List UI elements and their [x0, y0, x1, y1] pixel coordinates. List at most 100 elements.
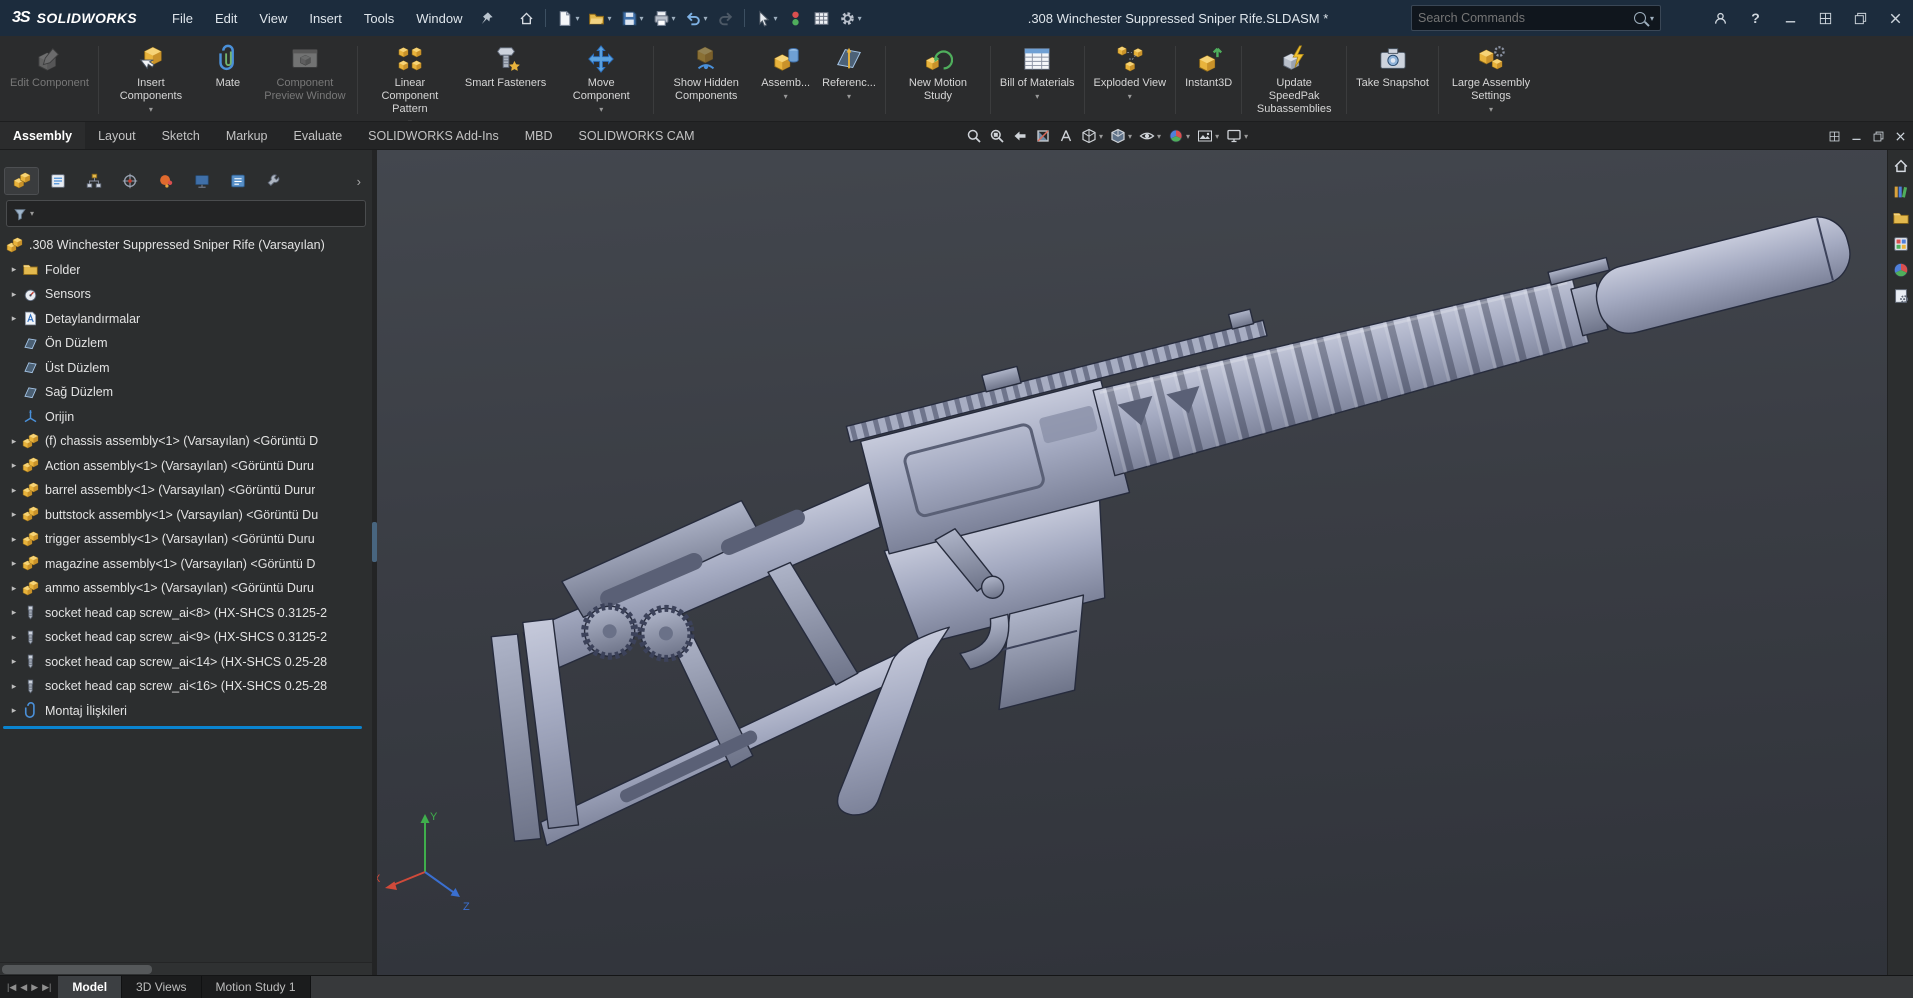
tree-item-top-plane[interactable]: Üst Düzlem — [0, 356, 372, 381]
minimize-button[interactable] — [1773, 0, 1808, 36]
view-orientation-button[interactable]: ▾ — [1081, 128, 1103, 144]
design-library-tab[interactable] — [1890, 181, 1912, 203]
new-motion-study-button[interactable]: New Motion Study — [889, 40, 987, 120]
tab-scroll-next-icon[interactable]: ▶ — [31, 982, 38, 993]
mate-button[interactable]: Mate — [200, 40, 256, 120]
assembly-features-button[interactable]: Assemb... ▾ — [755, 40, 816, 120]
large-assembly-settings-button[interactable]: Large Assembly Settings ▾ — [1442, 40, 1540, 120]
tree-filter[interactable]: ▾ — [6, 200, 366, 227]
open-document-button[interactable]: ▾ — [584, 5, 615, 31]
tab-sketch[interactable]: Sketch — [149, 122, 213, 149]
tab-scroll-last-icon[interactable]: ▶| — [42, 982, 51, 993]
expand-arrow-icon[interactable]: ▸ — [7, 534, 21, 545]
tree-item-mates[interactable]: ▸ Montaj İlişkileri — [0, 699, 372, 724]
tab-markup[interactable]: Markup — [213, 122, 281, 149]
tree-item-ammo-assembly[interactable]: ▸ ammo assembly<1> (Varsayılan) <Görüntü… — [0, 576, 372, 601]
section-view-button[interactable] — [1035, 128, 1051, 144]
tab-layout[interactable]: Layout — [85, 122, 149, 149]
menu-edit[interactable]: Edit — [204, 6, 248, 31]
custom-properties-tab[interactable] — [1890, 285, 1912, 307]
redo-button[interactable] — [713, 5, 738, 31]
tree-horizontal-scrollbar[interactable] — [0, 962, 372, 975]
doc-panes-button[interactable] — [1828, 130, 1841, 143]
tree-item-screw-14[interactable]: ▸ socket head cap screw_ai<14> (HX-SHCS … — [0, 650, 372, 675]
tab-model[interactable]: Model — [58, 976, 123, 998]
tree-item-screw-8[interactable]: ▸ socket head cap screw_ai<8> (HX-SHCS 0… — [0, 601, 372, 626]
chevron-down-icon[interactable]: ▾ — [847, 92, 851, 101]
tree-item-root-assembly[interactable]: .308 Winchester Suppressed Sniper Rife (… — [0, 233, 372, 258]
hide-show-items-button[interactable]: ▾ — [1139, 128, 1161, 144]
menu-tools[interactable]: Tools — [353, 6, 405, 31]
tab-scroll-first-icon[interactable]: |◀ — [7, 982, 16, 993]
tree-item-annotations[interactable]: ▸ Detaylandırmalar — [0, 307, 372, 332]
tree-item-screw-16[interactable]: ▸ socket head cap screw_ai<16> (HX-SHCS … — [0, 674, 372, 699]
chevron-down-icon[interactable]: ▾ — [599, 105, 603, 114]
cam-tools-tab[interactable] — [257, 168, 290, 194]
chevron-down-icon[interactable]: ▾ — [1128, 92, 1132, 101]
tree-item-sensors[interactable]: ▸ Sensors — [0, 282, 372, 307]
user-account-button[interactable] — [1703, 0, 1738, 36]
search-icon[interactable] — [1633, 12, 1646, 24]
menu-view[interactable]: View — [248, 6, 298, 31]
expand-arrow-icon[interactable]: ▸ — [7, 509, 21, 520]
tree-item-folder[interactable]: ▸ Folder — [0, 258, 372, 283]
displaymanager-tab[interactable] — [149, 168, 182, 194]
update-speedpak-button[interactable]: Update SpeedPak Subassemblies — [1245, 40, 1343, 120]
expand-arrow-icon[interactable]: ▸ — [7, 289, 21, 300]
print-button[interactable]: ▾ — [649, 5, 680, 31]
annotation-view-button[interactable] — [1058, 128, 1074, 144]
pin-menu-icon[interactable] — [479, 11, 494, 26]
expand-arrow-icon[interactable]: ▸ — [7, 264, 21, 275]
tab-scroll-prev-icon[interactable]: ◀ — [20, 982, 27, 993]
tree-item-trigger-assembly[interactable]: ▸ trigger assembly<1> (Varsayılan) <Görü… — [0, 527, 372, 552]
tree-item-front-plane[interactable]: Ön Düzlem — [0, 331, 372, 356]
chevron-down-icon[interactable]: ▾ — [784, 92, 788, 101]
previous-view-button[interactable] — [1012, 128, 1028, 144]
expand-arrow-icon[interactable]: ▸ — [7, 558, 21, 569]
home-button[interactable] — [514, 5, 539, 31]
doc-restore-button[interactable] — [1872, 130, 1885, 143]
tree-item-origin[interactable]: Orijin — [0, 405, 372, 430]
expand-arrow-icon[interactable]: ▸ — [7, 705, 21, 716]
solidworks-resources-tab[interactable] — [1890, 155, 1912, 177]
select-cursor-button[interactable]: ▾ — [751, 5, 782, 31]
take-snapshot-button[interactable]: Take Snapshot — [1350, 40, 1435, 120]
apply-scene-button[interactable]: ▾ — [1197, 128, 1219, 144]
chevron-down-icon[interactable]: ▾ — [149, 105, 153, 114]
expand-arrow-icon[interactable]: ▸ — [7, 436, 21, 447]
tree-item-barrel-assembly[interactable]: ▸ barrel assembly<1> (Varsayılan) <Görün… — [0, 478, 372, 503]
menu-file[interactable]: File — [161, 6, 204, 31]
propertymanager-tab[interactable] — [41, 168, 74, 194]
edit-appearance-button[interactable]: ▾ — [1168, 128, 1190, 144]
doc-close-button[interactable] — [1894, 130, 1907, 143]
cam-feature-tree-tab[interactable] — [185, 168, 218, 194]
layout-panes-button[interactable] — [1808, 0, 1843, 36]
panel-flyout-chevron[interactable]: › — [351, 174, 367, 189]
linear-component-pattern-button[interactable]: Linear Component Pattern ▾ — [361, 40, 459, 121]
expand-arrow-icon[interactable]: ▸ — [7, 583, 21, 594]
tab-motion-study-1[interactable]: Motion Study 1 — [202, 976, 311, 998]
tab-3d-views[interactable]: 3D Views — [122, 976, 202, 998]
expand-arrow-icon[interactable]: ▸ — [7, 607, 21, 618]
insert-components-button[interactable]: Insert Components ▾ — [102, 40, 200, 120]
scrollbar-thumb[interactable] — [2, 965, 152, 974]
expand-arrow-icon[interactable]: ▸ — [7, 460, 21, 471]
tab-solidworks-cam[interactable]: SOLIDWORKS CAM — [566, 122, 708, 149]
edit-component-button[interactable]: Edit Component — [4, 40, 95, 120]
close-button[interactable] — [1878, 0, 1913, 36]
tab-solidworks-add-ins[interactable]: SOLIDWORKS Add-Ins — [355, 122, 512, 149]
configurationmanager-tab[interactable] — [77, 168, 110, 194]
expand-arrow-icon[interactable]: ▸ — [7, 681, 21, 692]
expand-arrow-icon[interactable]: ▸ — [7, 632, 21, 643]
graphics-viewport[interactable]: X Y Z — [377, 150, 1887, 975]
tab-evaluate[interactable]: Evaluate — [281, 122, 356, 149]
tree-item-buttstock-assembly[interactable]: ▸ buttstock assembly<1> (Varsayılan) <Gö… — [0, 503, 372, 528]
rollback-bar[interactable] — [3, 726, 362, 729]
search-input[interactable] — [1418, 11, 1630, 25]
display-style-button[interactable]: ▾ — [1110, 128, 1132, 144]
featuremanager-tree-tab[interactable] — [4, 167, 39, 195]
rifle-assembly[interactable] — [432, 160, 1887, 899]
chevron-down-icon[interactable]: ▾ — [30, 209, 34, 218]
help-button[interactable]: ? — [1738, 0, 1773, 36]
expand-arrow-icon[interactable]: ▸ — [7, 485, 21, 496]
